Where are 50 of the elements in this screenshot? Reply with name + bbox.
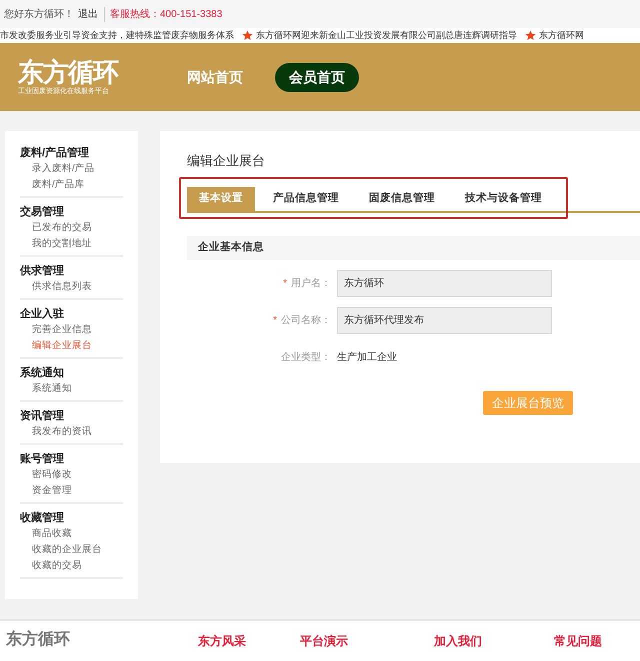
sidebar-item[interactable]: 我发布的资讯 — [20, 424, 123, 440]
sidebar-item[interactable]: 已发布的交易 — [20, 220, 123, 236]
sidebar-item[interactable]: 供求信息列表 — [20, 279, 123, 295]
sidebar-item[interactable]: 完善企业信息 — [20, 322, 123, 338]
required-mark: * — [283, 276, 287, 290]
sidebar-item[interactable]: 密码修改 — [20, 467, 123, 483]
sidebar-group-title: 供求管理 — [20, 264, 65, 279]
sidebar-item[interactable]: 商品收藏 — [20, 526, 123, 542]
sidebar-item[interactable]: 我的交割地址 — [20, 236, 123, 252]
field-label: 用户名： — [291, 276, 331, 290]
footer-logo: 东方循环 — [6, 631, 70, 649]
input-field[interactable]: 东方循环 — [337, 270, 552, 296]
sidebar-group-title: 账号管理 — [20, 452, 65, 467]
news-link[interactable]: 东方循环网 — [539, 29, 584, 42]
news-link[interactable]: 东方循环网迎来新金山工业投资发展有限公司副总唐连辉调研指导 — [256, 29, 517, 42]
page-title: 编辑企业展台 — [187, 152, 266, 170]
sidebar-item[interactable]: 废料/产品库 — [20, 177, 123, 193]
star-icon — [242, 30, 253, 41]
sidebar-group-title: 资讯管理 — [20, 408, 65, 424]
sidebar-group-title: 废料/产品管理 — [20, 146, 90, 161]
sidebar-group-title: 企业入驻 — [20, 306, 65, 322]
tab[interactable]: 产品信息管理 — [261, 186, 351, 210]
footer-column-title: 平台演示 — [300, 633, 348, 650]
field-value: 生产加工企业 — [337, 350, 397, 364]
tab[interactable]: 固废信息管理 — [357, 186, 447, 210]
sidebar-item[interactable]: 录入废料/产品 — [20, 161, 123, 177]
required-mark: * — [273, 314, 277, 328]
footer-column-title: 常见问题 — [554, 633, 602, 650]
field-label: 企业类型： — [281, 350, 331, 364]
sidebar-group-title: 系统通知 — [20, 366, 65, 381]
field-label: 公司名称： — [281, 314, 331, 328]
footer-column-title: 东方风采 — [198, 633, 246, 650]
logout-link[interactable]: 退出 — [78, 6, 98, 22]
footer-column-title: 加入我们 — [434, 633, 482, 650]
greeting-text: 您好东方循环！ — [4, 8, 74, 22]
sidebar-item[interactable]: 资金管理 — [20, 483, 123, 499]
sidebar-item[interactable]: 收藏的企业展台 — [20, 542, 123, 558]
tab[interactable]: 技术与设备管理 — [453, 186, 554, 210]
logo-text: 东方循环 — [18, 57, 120, 87]
sidebar-item[interactable]: 编辑企业展台 — [20, 338, 123, 354]
section-header: 企业基本信息 — [187, 236, 640, 260]
sidebar-item[interactable]: 收藏的交易 — [20, 558, 123, 574]
nav-link[interactable]: 会员首页 — [275, 62, 359, 92]
hotline-text: 客服热线：400-151-3383 — [104, 6, 222, 22]
sidebar-group-title: 收藏管理 — [20, 510, 65, 526]
sidebar-item[interactable]: 系统通知 — [20, 381, 123, 397]
star-icon — [525, 30, 536, 41]
sidebar-group-title: 交易管理 — [20, 204, 65, 220]
news-link[interactable]: 市发改委服务业引导资金支持，建特殊监管废弃物服务体系 — [0, 29, 234, 42]
input-field[interactable]: 东方循环代理发布 — [337, 306, 552, 334]
